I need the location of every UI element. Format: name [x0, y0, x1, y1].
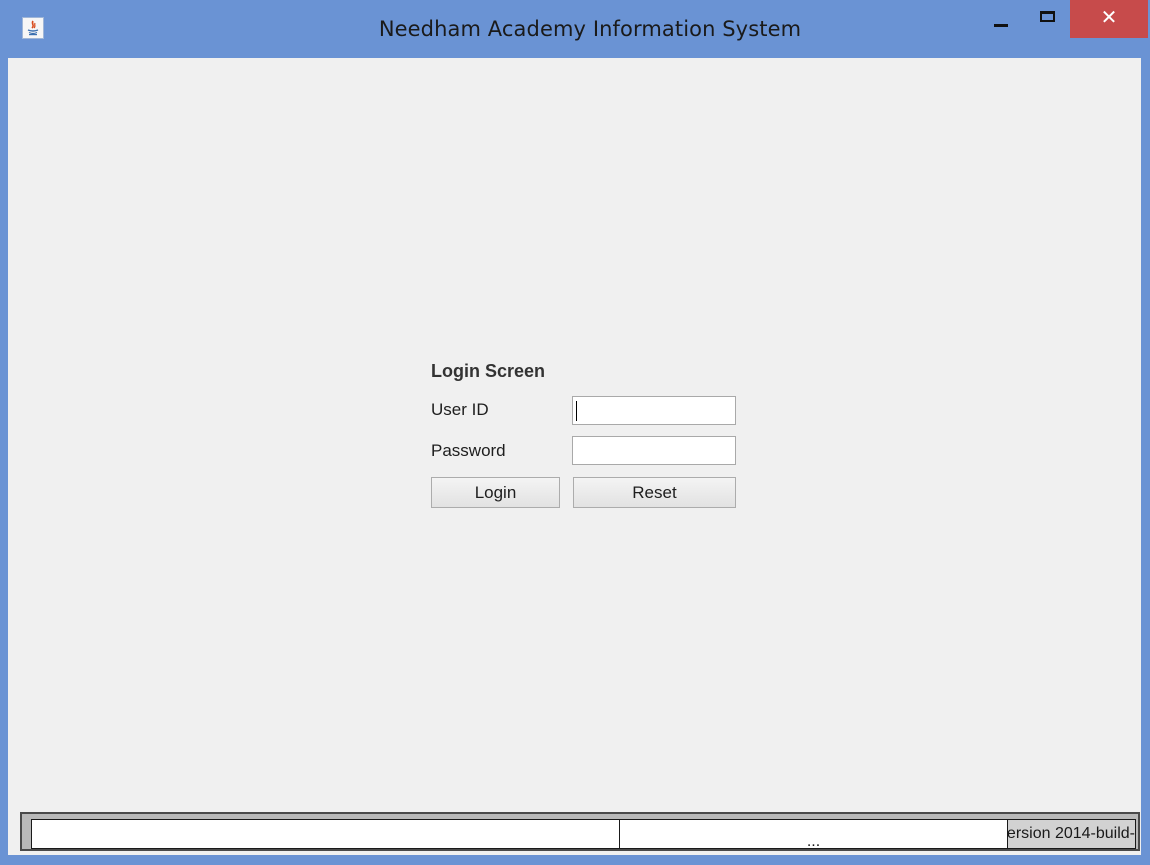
version-text: Version 2014-build-: [1007, 825, 1135, 842]
minimize-icon: [994, 24, 1008, 27]
text-caret: [576, 401, 577, 421]
reset-button[interactable]: Reset: [573, 477, 736, 508]
user-id-field[interactable]: [572, 396, 736, 425]
close-button[interactable]: ✕: [1070, 0, 1148, 38]
login-panel: Login Screen User ID Password Login Rese…: [431, 358, 751, 518]
status-bar: ... Version 2014-build-: [20, 812, 1140, 851]
status-ellipsis: ...: [806, 833, 821, 849]
window-title: Needham Academy Information System: [378, 17, 802, 41]
minimize-button[interactable]: [982, 0, 1022, 38]
status-cell-version: Version 2014-build-: [1007, 819, 1136, 849]
close-icon: ✕: [1100, 5, 1118, 29]
user-id-label: User ID: [431, 400, 489, 419]
maximize-button[interactable]: [1030, 0, 1066, 38]
status-cell-progress: ...: [619, 819, 1008, 849]
password-label: Password: [431, 441, 506, 460]
login-heading: Login Screen: [431, 361, 546, 381]
login-button[interactable]: Login: [431, 477, 560, 508]
status-cell-main: [31, 819, 620, 849]
app-window: Needham Academy Information System ✕ Log…: [0, 0, 1150, 865]
maximize-icon: [1040, 11, 1055, 22]
title-bar[interactable]: Needham Academy Information System ✕: [0, 0, 1150, 58]
client-area: Login Screen User ID Password Login Rese…: [8, 58, 1141, 855]
password-field[interactable]: [572, 436, 736, 465]
